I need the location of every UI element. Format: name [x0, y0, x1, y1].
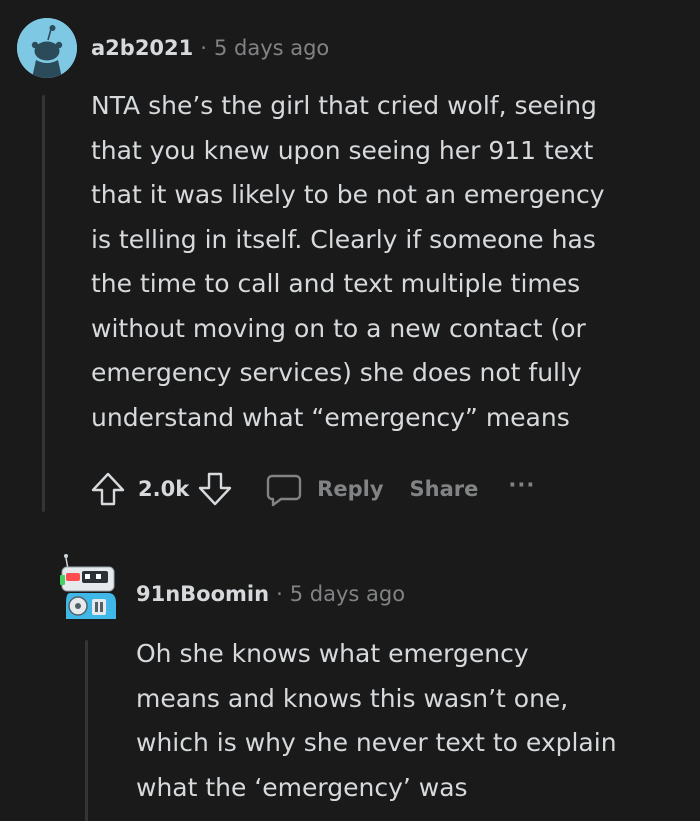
comment-line: which is why she never text to explain	[136, 728, 617, 757]
share-button[interactable]: Share	[410, 477, 479, 501]
username[interactable]: a2b2021	[91, 36, 193, 60]
comment-line: NTA she’s the girl that cried wolf, seei…	[91, 91, 597, 120]
comment-line: the time to call and text multiple times	[91, 269, 581, 298]
timestamp[interactable]: 5 days ago	[290, 582, 405, 606]
comment-body: NTA she’s the girl that cried wolf, seei…	[91, 84, 605, 440]
comment-action-bar: 2.0k Reply Share ···	[88, 466, 535, 512]
snoo-avatar-icon	[17, 18, 77, 78]
robot-avatar-icon	[60, 554, 116, 619]
avatar[interactable]	[17, 18, 77, 78]
comment-meta: a2b2021 · 5 days ago	[91, 36, 329, 60]
username[interactable]: 91nBoomin	[136, 582, 269, 606]
comment-line: means and knows this wasn’t one,	[136, 683, 569, 713]
comment-line: without moving on to a new contact (or	[91, 313, 586, 343]
comment-meta: 91nBoomin · 5 days ago	[136, 582, 405, 606]
comment-line: understand what “emergency” means	[91, 402, 570, 432]
comment-line: what the ‘emergency’ was	[136, 772, 468, 802]
comment-line: is telling in itself. Clearly if someone…	[91, 224, 596, 254]
thread-line-1[interactable]	[42, 95, 45, 512]
upvote-icon[interactable]	[88, 469, 128, 509]
comment-line: emergency services) she does not fully	[91, 358, 582, 387]
downvote-icon[interactable]	[195, 469, 235, 509]
more-options-icon[interactable]: ···	[508, 473, 535, 497]
timestamp[interactable]: 5 days ago	[214, 36, 329, 60]
comment-line: that it was likely to be not an emergenc…	[91, 180, 605, 209]
separator-dot: ·	[276, 582, 283, 606]
comment-bubble-icon	[266, 474, 302, 507]
comment-line: Oh she knows what emergency	[136, 639, 529, 668]
avatar[interactable]	[56, 553, 120, 623]
vote-count: 2.0k	[138, 477, 190, 501]
separator-dot: ·	[200, 36, 207, 60]
comment-line: that you knew upon seeing her 911 text	[91, 135, 594, 165]
reply-button[interactable]: Reply	[263, 468, 384, 510]
reply-label: Reply	[317, 477, 384, 501]
comment-body: Oh she knows what emergency means and kn…	[136, 632, 617, 810]
thread-line-2[interactable]	[85, 640, 88, 821]
